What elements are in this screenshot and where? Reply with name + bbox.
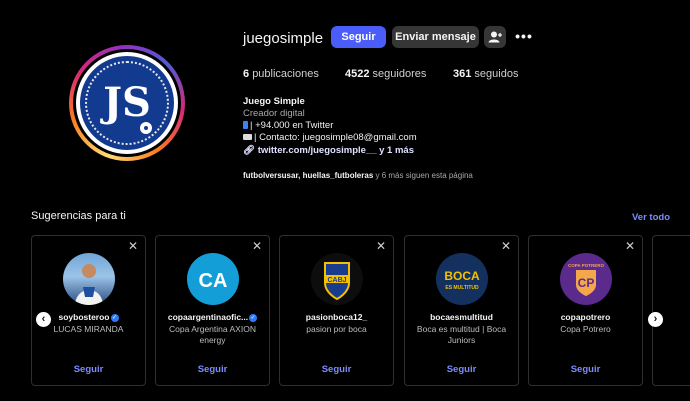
bio-line1: | +94.000 en Twitter [250, 120, 334, 131]
bio-link[interactable]: 🔗︎ twitter.com/juegosimple__ y 1 más [243, 145, 414, 157]
suggestion-fullname: pasion por boca [306, 324, 367, 334]
suggestion-fullname: Copa Potrero [560, 324, 611, 334]
suggestion-card: ✕ CA copaargentinaofic... ✓ Copa Argentin… [155, 235, 270, 386]
suggestions-title: Sugerencias para ti [31, 210, 126, 222]
suggestion-username[interactable]: bocaesmultitud [405, 312, 518, 322]
bio-contact-line: | Contacto: juegosimple08@gmail.com [243, 132, 417, 144]
suggestion-follow-button[interactable]: Seguir [405, 364, 518, 375]
suggestion-username[interactable]: copapotrero [529, 312, 642, 322]
boca-logo-subtext: ES MULTITUD [445, 285, 479, 291]
follow-button[interactable]: Seguir [331, 26, 386, 48]
phone-icon [243, 121, 248, 129]
suggestion-avatar[interactable]: COPA POTRERO CP [560, 253, 612, 305]
followed-by[interactable]: futbolversusar, huellas_futboleras y 6 m… [243, 171, 473, 180]
potrero-logo-mark: CP [578, 276, 595, 290]
posts-label: publicaciones [252, 68, 319, 80]
boca-logo-text: BOCA [444, 269, 480, 283]
carousel-prev-icon[interactable]: ‹ [36, 312, 51, 327]
verified-icon: ✓ [249, 313, 258, 322]
copa-argentina-logo: CA [199, 270, 228, 292]
posts-count: 6 [243, 68, 250, 80]
more-options-icon[interactable]: ••• [514, 26, 534, 48]
bio-category: Creador digital [243, 108, 305, 119]
suggestion-fullname: LUCAS MIRANDA [53, 324, 124, 334]
suggestion-follow-button[interactable]: Seguir [280, 364, 393, 375]
suggestion-card: ✕ COPA POTRERO CP copapotrero Copa Potre… [528, 235, 643, 386]
close-icon[interactable]: ✕ [252, 239, 262, 253]
close-icon[interactable]: ✕ [625, 239, 635, 253]
suggestion-fullname: Boca es multitud | Boca Juniors [416, 324, 507, 345]
potrero-logo-title: COPA POTRERO [568, 263, 605, 268]
suggestion-card: ✕ CABJ pasionboca12_ pasion por boca Seg… [279, 235, 394, 386]
suggestion-follow-button[interactable]: Seguir [32, 364, 145, 375]
suggestion-follow-button[interactable]: Seguir [529, 364, 642, 375]
close-icon[interactable]: ✕ [376, 239, 386, 253]
bio-twitter-line: | +94.000 en Twitter [243, 120, 333, 132]
add-user-icon [488, 31, 502, 43]
suggestion-username[interactable]: pasionboca12_ [280, 312, 393, 322]
suggestion-avatar[interactable]: CABJ [311, 253, 363, 305]
avatar-logo: JS [80, 56, 174, 150]
suggestion-follow-button[interactable]: Seguir [156, 364, 269, 375]
close-icon[interactable]: ✕ [501, 239, 511, 253]
suggestion-avatar[interactable]: CA [187, 253, 239, 305]
bio-link-text: twitter.com/juegosimple__ y 1 más [257, 145, 414, 156]
suggestion-fullname: Copa Argentina AXION energy [169, 324, 256, 345]
followers-count: 4522 [345, 68, 370, 80]
suggestion-avatar[interactable]: BOCA ES MULTITUD [436, 253, 488, 305]
close-icon[interactable]: ✕ [128, 239, 138, 253]
send-message-button[interactable]: Enviar mensaje [392, 26, 479, 48]
bio-name: Juego Simple [243, 96, 305, 107]
suggestion-card-partial [652, 235, 690, 386]
verified-icon: ✓ [110, 313, 119, 322]
see-all-link[interactable]: Ver todo [632, 212, 670, 223]
followed-by-names: futbolversusar, huellas_futboleras [243, 171, 374, 180]
link-icon: 🔗︎ [243, 145, 256, 156]
suggestion-card: ✕ soybosteroo ✓ LUCAS MIRANDA Seguir [31, 235, 146, 386]
suggestion-username[interactable]: copaargentinaofic... ✓ [156, 312, 269, 322]
following-label: seguidos [474, 68, 519, 80]
followed-by-rest: y 6 más siguen esta página [373, 171, 473, 180]
suggestion-card: ✕ BOCA ES MULTITUD bocaesmultitud Boca e… [404, 235, 519, 386]
followers-stat[interactable]: 4522 seguidores [345, 68, 426, 80]
cabj-shield-text: CABJ [327, 277, 346, 284]
add-user-button[interactable] [484, 26, 506, 48]
following-count: 361 [453, 68, 472, 80]
carousel-next-icon[interactable]: › [648, 312, 663, 327]
mail-icon [243, 134, 252, 140]
following-stat[interactable]: 361 seguidos [453, 68, 518, 80]
followers-label: seguidores [372, 68, 427, 80]
suggestion-avatar[interactable] [63, 253, 115, 305]
avatar-logo-text: JS [100, 79, 151, 126]
profile-username: juegosimple [243, 30, 324, 47]
username-text: copaargentinaofic... [167, 312, 249, 322]
bio-line2: | Contacto: juegosimple08@gmail.com [254, 132, 417, 143]
posts-stat[interactable]: 6 publicaciones [243, 68, 319, 80]
username-text: soybosteroo [58, 312, 110, 322]
